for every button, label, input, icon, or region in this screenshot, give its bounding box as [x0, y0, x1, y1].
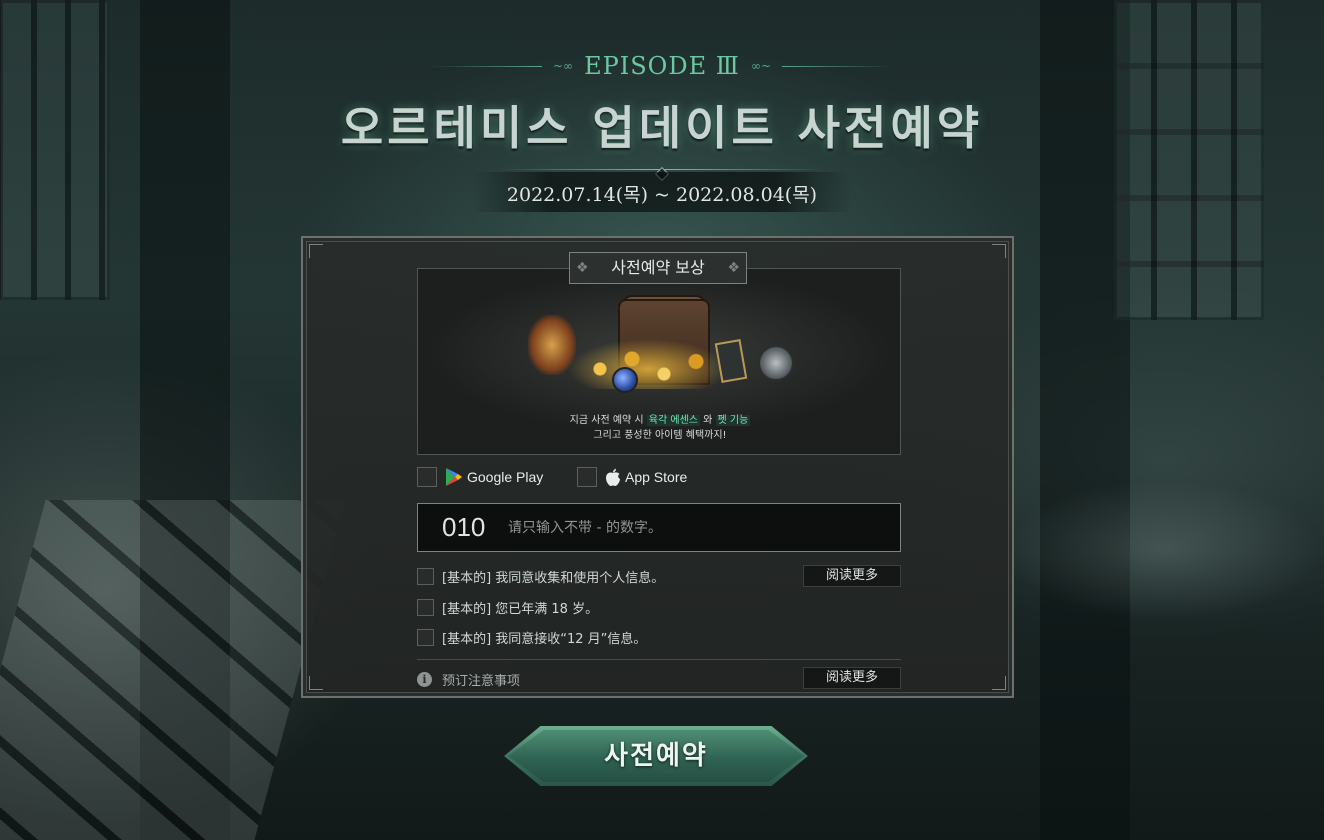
corner-ornament	[992, 676, 1006, 690]
app-store-option[interactable]: App Store	[577, 466, 687, 488]
event-date-range: 2022.07.14(목) ~ 2022.08.04(목)	[506, 184, 818, 206]
blue-orb-icon	[612, 367, 638, 393]
page-title: 오르테미스 업데이트 사전예약	[340, 101, 984, 155]
notice-label: 预订注意事项	[442, 674, 521, 689]
reservation-notice: i 预订注意事项	[417, 670, 520, 689]
episode-heading: ~∞ EPISODE Ⅲ ∞~	[0, 52, 1324, 80]
apple-icon	[606, 468, 620, 486]
agreement-privacy-checkbox[interactable]	[417, 567, 434, 585]
silver-medal-icon	[758, 345, 794, 381]
corner-ornament	[309, 244, 323, 258]
agreement-privacy-label: [基本的] 我同意收集和使用个人信息。	[442, 570, 665, 586]
reward-highlight-essence: 육각 에센스	[646, 415, 700, 426]
background-light-shaft	[0, 500, 346, 840]
reward-text-prefix: 지금 사전 예약 시	[569, 415, 647, 426]
agreement-privacy[interactable]: [基本的] 我同意收集和使用个人信息。	[417, 565, 664, 587]
episode-ornament-right-icon: ∞~	[751, 59, 772, 73]
read-more-notice-button[interactable]: 阅读更多	[803, 667, 901, 689]
app-store-label: App Store	[625, 469, 688, 485]
background-floor-glow	[1004, 480, 1324, 620]
google-play-icon	[446, 468, 462, 486]
preregistration-panel: 지금 사전 예약 시 육각 에센스 와 펫 기능 그리고 풍성한 아이템 혜택까…	[301, 236, 1014, 698]
reward-description: 지금 사전 예약 시 육각 에센스 와 펫 기능 그리고 풍성한 아이템 혜택까…	[418, 413, 902, 443]
divider	[417, 659, 901, 660]
preregister-button-label: 사전예약	[604, 741, 708, 771]
episode-line-right	[782, 65, 893, 67]
reward-text-line2: 그리고 풍성한 아이템 혜택까지!	[593, 430, 727, 441]
info-icon: i	[417, 672, 432, 687]
phone-prefix: 010	[442, 512, 486, 542]
agreement-messages-checkbox[interactable]	[417, 628, 434, 646]
google-play-checkbox[interactable]	[417, 467, 437, 487]
app-store-checkbox[interactable]	[577, 467, 597, 487]
phone-number-field: 010	[417, 503, 901, 552]
google-play-option[interactable]: Google Play	[417, 466, 543, 488]
phone-number-input[interactable]	[508, 519, 900, 536]
reward-section-label: 사전예약 보상	[569, 252, 747, 284]
reward-box: 지금 사전 예약 시 육각 에센스 와 펫 기능 그리고 풍성한 아이템 혜택까…	[417, 268, 901, 455]
google-play-label: Google Play	[467, 469, 544, 485]
agreement-messages-label: [基本的] 我同意接收“12 月”信息。	[442, 631, 647, 647]
episode-ornament-left-icon: ~∞	[552, 59, 573, 73]
episode-line-left	[431, 65, 542, 67]
preregister-button[interactable]: 사전예약	[504, 726, 808, 786]
agreement-age-label: [基本的] 您已年满 18 岁。	[442, 601, 599, 617]
corner-ornament	[992, 244, 1006, 258]
agreement-age-checkbox[interactable]	[417, 598, 434, 616]
reward-highlight-pet: 펫 기능	[715, 415, 751, 426]
agreement-messages[interactable]: [基本的] 我同意接收“12 月”信息。	[417, 626, 646, 648]
pet-card-icon	[714, 339, 748, 383]
agreement-age[interactable]: [基本的] 您已年满 18 岁。	[417, 596, 598, 618]
episode-label: EPISODE Ⅲ	[584, 52, 740, 80]
gold-coins-icon	[568, 339, 728, 389]
background-window-right	[1114, 0, 1264, 320]
read-more-privacy-button[interactable]: 阅读更多	[803, 565, 901, 587]
reward-items-image	[528, 289, 798, 399]
reward-text-mid: 와	[699, 415, 716, 426]
corner-ornament	[309, 676, 323, 690]
